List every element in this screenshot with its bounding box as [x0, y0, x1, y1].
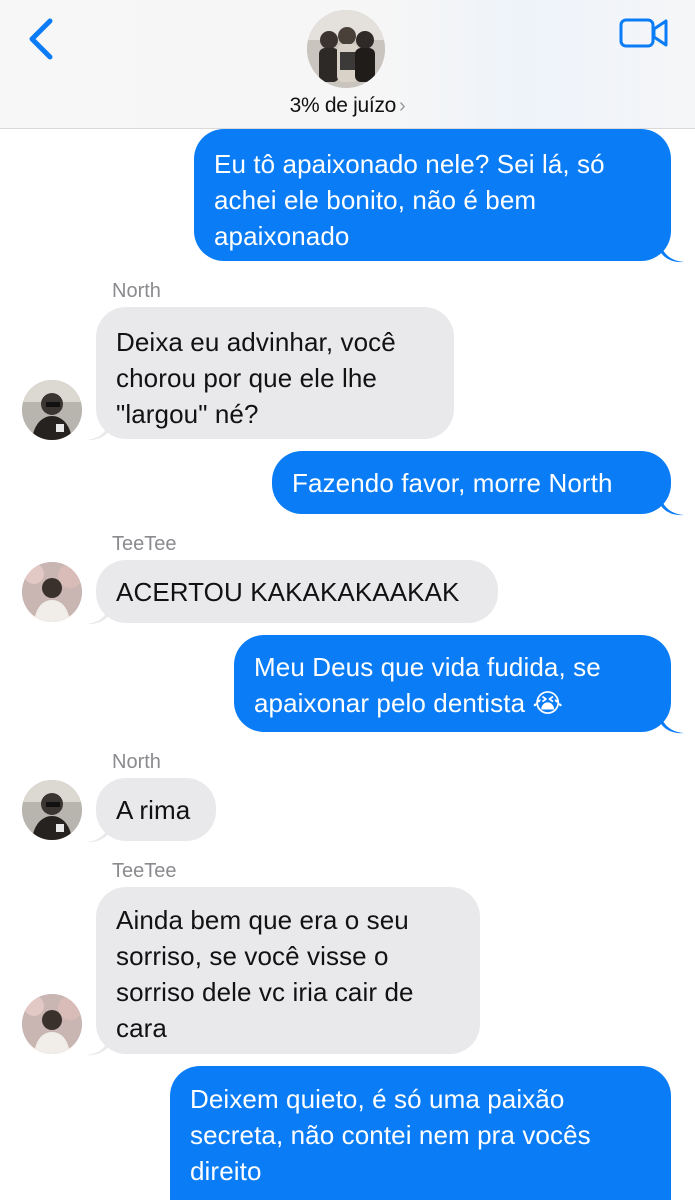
sender-name: TeeTee [112, 860, 177, 882]
message-line: Deixa eu advinhar, você [116, 327, 396, 357]
message-line: apaixonar pelo dentista 😭 [254, 688, 563, 718]
profile-photo [22, 562, 82, 622]
outgoing-message[interactable]: Meu Deus que vida fudida, se apaixonar p… [234, 635, 671, 732]
message-line: Deixem quieto, é só uma paixão [190, 1084, 565, 1114]
message-line: secreta, não contei nem pra vocês [190, 1120, 591, 1150]
message-line: achei ele bonito, não é bem [214, 185, 537, 215]
chat-header: 3% de juízo › [0, 0, 695, 129]
group-avatar[interactable] [307, 10, 385, 88]
chevron-right-icon: › [399, 95, 406, 117]
chat-title-text: 3% de juízo [289, 94, 397, 117]
profile-photo [22, 380, 82, 440]
sender-name: North [112, 280, 161, 302]
incoming-message[interactable]: Deixa eu advinhar, você chorou por que e… [96, 307, 454, 439]
message-line: "largou" né? [116, 399, 259, 429]
bubble-tail [86, 419, 110, 441]
message-line: apaixonado [214, 221, 350, 251]
bubble-tail [660, 494, 684, 516]
incoming-message[interactable]: ACERTOU KAKAKAKAAKAK [96, 560, 498, 623]
back-button[interactable] [22, 16, 62, 62]
incoming-message[interactable]: Ainda bem que era o seu sorriso, se você… [96, 887, 480, 1054]
message-line: cara [116, 1013, 167, 1043]
message-line: ACERTOU KAKAKAKAAKAK [116, 577, 460, 607]
message-line: sorriso, se você visse o [116, 941, 389, 971]
message-line: Fazendo favor, morre North [292, 468, 613, 498]
incoming-message[interactable]: A rima [96, 778, 216, 841]
message-line: Meu Deus que vida fudida, se [254, 652, 601, 682]
avatar-teetee[interactable] [22, 562, 82, 622]
video-call-button[interactable] [618, 17, 670, 49]
outgoing-message[interactable]: Eu tô apaixonado nele? Sei lá, só achei … [194, 129, 671, 261]
message-line: A rima [116, 795, 191, 825]
bubble-tail [86, 821, 110, 843]
group-photo [307, 10, 385, 88]
message-line: Ainda bem que era o seu [116, 905, 409, 935]
bubble-tail [660, 241, 684, 263]
chevron-left-icon [29, 18, 53, 60]
video-camera-icon [619, 18, 668, 48]
sender-name: North [112, 751, 161, 773]
message-line: chorou por que ele lhe [116, 363, 377, 393]
bubble-tail [86, 603, 110, 625]
chat-title[interactable]: 3% de juízo › [0, 94, 695, 118]
bubble-tail [660, 712, 684, 734]
outgoing-message[interactable]: Deixem quieto, é só uma paixão secreta, … [170, 1066, 671, 1200]
outgoing-message[interactable]: Fazendo favor, morre North [272, 451, 671, 514]
message-line: Eu tô apaixonado nele? Sei lá, só [214, 149, 605, 179]
avatar-north[interactable] [22, 380, 82, 440]
sender-name: TeeTee [112, 533, 177, 555]
message-line: direito [190, 1156, 262, 1186]
bubble-tail [86, 1034, 110, 1056]
profile-photo [22, 994, 82, 1054]
avatar-north[interactable] [22, 780, 82, 840]
avatar-teetee[interactable] [22, 994, 82, 1054]
message-line: sorriso dele vc iria cair de [116, 977, 414, 1007]
profile-photo [22, 780, 82, 840]
